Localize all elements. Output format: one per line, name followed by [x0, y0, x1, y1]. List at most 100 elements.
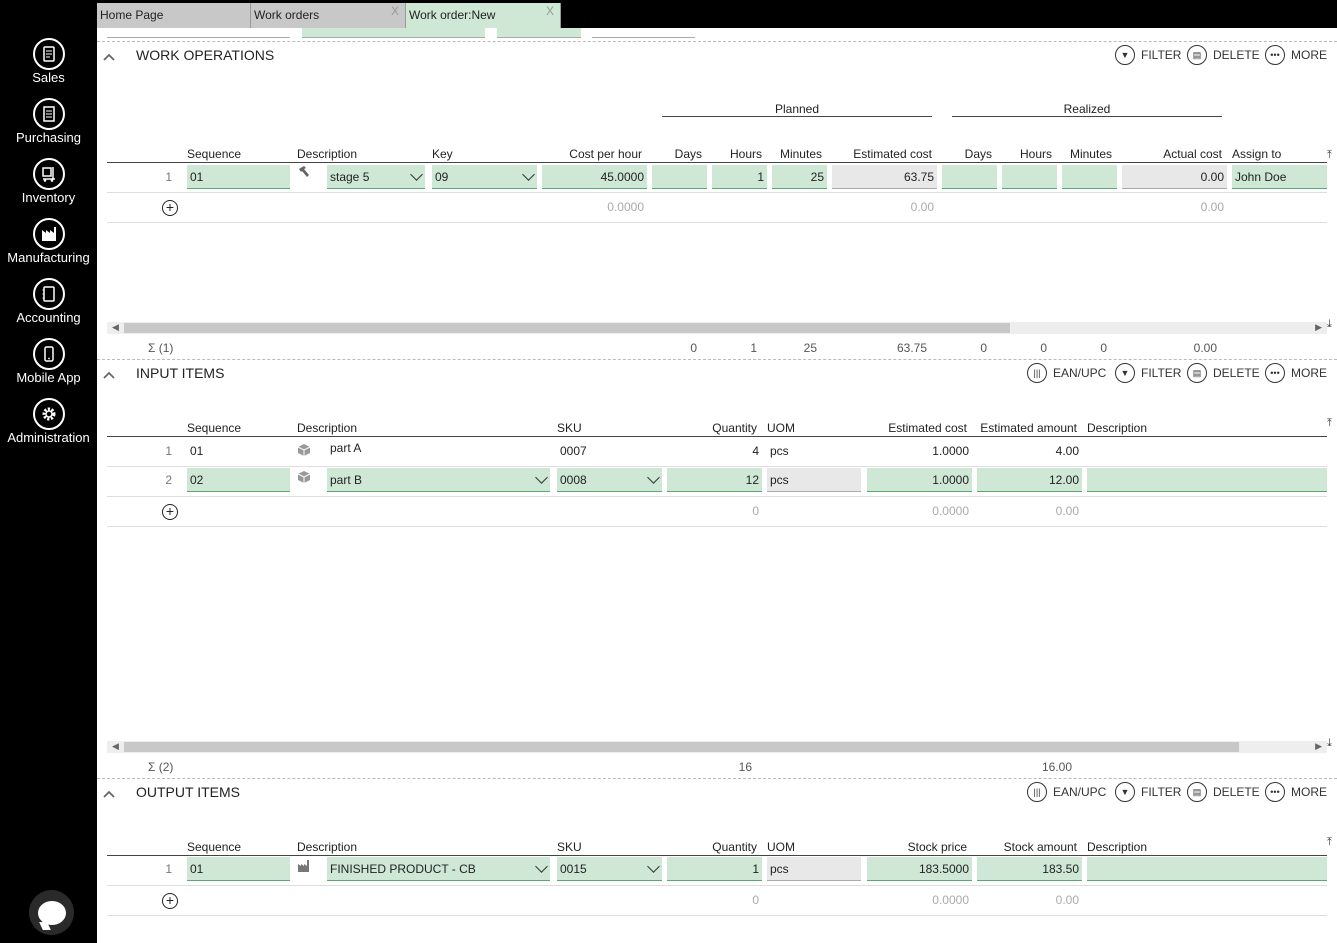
scroll-bottom-icon[interactable]: ⤓ — [1327, 737, 1337, 750]
sidebar-item-administration[interactable]: Administration — [0, 398, 97, 458]
sku-select[interactable]: 0015 — [557, 857, 662, 881]
col-key: Key — [432, 147, 453, 161]
add-row-button[interactable]: + — [162, 504, 178, 520]
filter-button[interactable]: ▼ FILTER — [1115, 781, 1181, 803]
days-field[interactable] — [652, 165, 707, 189]
stock-price-field[interactable]: 183.5000 — [867, 857, 972, 881]
delete-button[interactable]: ▤ DELETE — [1187, 362, 1260, 384]
hours-field[interactable]: 1 — [712, 165, 767, 189]
header-field[interactable] — [302, 28, 485, 38]
barcode-icon: ||| — [1027, 363, 1047, 383]
description-select[interactable]: part B — [327, 468, 550, 492]
row-number: 1 — [165, 862, 172, 876]
description-2-field[interactable] — [1087, 468, 1327, 492]
delete-button[interactable]: ▤ DELETE — [1187, 781, 1260, 803]
sidebar-item-purchasing[interactable]: Purchasing — [0, 98, 97, 158]
horizontal-scrollbar[interactable]: ◀ ▶ — [107, 322, 1327, 334]
filter-icon: ▼ — [1115, 363, 1135, 383]
ean-upc-button[interactable]: ||| EAN/UPC — [1027, 781, 1106, 803]
add-row-button[interactable]: + — [162, 200, 178, 216]
sku-select[interactable]: 0008 — [557, 468, 662, 492]
collapse-icon[interactable] — [103, 788, 115, 800]
description-value[interactable]: part A — [327, 436, 547, 460]
tab-home-page[interactable]: Home Page — [97, 3, 251, 28]
add-row-button[interactable]: + — [162, 893, 178, 909]
quantity-value[interactable]: 4 — [667, 439, 762, 463]
key-select[interactable]: 09 — [432, 165, 537, 189]
scroll-top-icon[interactable]: ⤒ — [1327, 149, 1337, 162]
scroll-top-icon[interactable]: ⤒ — [1327, 836, 1337, 849]
administration-icon — [33, 398, 65, 430]
sidebar-item-mobile-app[interactable]: Mobile App — [0, 338, 97, 398]
col-assign-to: Assign to — [1232, 147, 1282, 161]
col-sku: SKU — [557, 421, 582, 435]
realized-minutes-field[interactable] — [1062, 165, 1117, 189]
scroll-left-icon[interactable]: ◀ — [112, 741, 119, 752]
scroll-top-icon[interactable]: ⤒ — [1327, 417, 1337, 430]
sidebar-item-sales[interactable]: Sales — [0, 38, 97, 98]
description-select[interactable]: stage 5 — [327, 165, 425, 189]
scroll-thumb[interactable] — [124, 742, 1239, 752]
horizontal-scrollbar[interactable]: ◀ ▶ — [107, 741, 1327, 753]
realized-days-field[interactable] — [942, 165, 997, 189]
filter-button[interactable]: ▼ FILTER — [1115, 44, 1181, 66]
description-select[interactable]: FINISHED PRODUCT - CB — [327, 857, 550, 881]
sequence-field[interactable]: 01 — [187, 165, 290, 189]
filter-label: FILTER — [1141, 48, 1182, 62]
scroll-left-icon[interactable]: ◀ — [112, 322, 119, 333]
tab-work-orders[interactable]: Work orders X — [251, 3, 406, 28]
row-line — [107, 496, 1327, 497]
scroll-right-icon[interactable]: ▶ — [1315, 322, 1322, 333]
header-fields-strip — [97, 28, 1337, 42]
realized-hours-field[interactable] — [1002, 165, 1057, 189]
header-field[interactable] — [497, 28, 581, 38]
row-number: 1 — [165, 170, 172, 184]
close-icon[interactable]: X — [546, 4, 554, 18]
sequence-field[interactable]: 01 — [187, 857, 290, 881]
sidebar-item-manufacturing[interactable]: Manufacturing — [0, 218, 97, 278]
filter-button[interactable]: ▼ FILTER — [1115, 362, 1181, 384]
tab-work-order-new[interactable]: Work order:New X — [406, 3, 561, 28]
col-actual-cost: Actual cost — [1163, 147, 1222, 161]
scroll-right-icon[interactable]: ▶ — [1315, 741, 1322, 752]
output-items-section: OUTPUT ITEMS ||| EAN/UPC ▼ FILTER ▤ DELETE … — [97, 778, 1337, 943]
sequence-field[interactable]: 02 — [187, 468, 290, 492]
sequence-value[interactable]: 01 — [187, 439, 290, 463]
col-minutes: Minutes — [779, 147, 822, 161]
minutes-field[interactable]: 25 — [772, 165, 827, 189]
more-button[interactable]: ••• MORE — [1265, 44, 1327, 66]
chat-button[interactable] — [29, 890, 74, 935]
estimated-cost-field[interactable]: 1.0000 — [867, 468, 972, 492]
collapse-icon[interactable] — [103, 51, 115, 63]
sidebar-item-accounting[interactable]: Accounting — [0, 278, 97, 338]
stock-amount-field[interactable]: 183.50 — [977, 857, 1082, 881]
uom-value: pcs — [770, 444, 789, 458]
sidebar-item-label: Mobile App — [16, 370, 81, 385]
cost-per-hour-field[interactable]: 45.0000 — [542, 165, 647, 189]
assign-to-field[interactable]: John Doe — [1232, 165, 1327, 189]
header-field[interactable] — [592, 28, 695, 38]
estimated-amount-field[interactable]: 12.00 — [977, 468, 1082, 492]
sales-icon — [33, 38, 65, 70]
scroll-thumb[interactable] — [124, 323, 1010, 333]
row-line — [107, 192, 1327, 193]
close-icon[interactable]: X — [391, 4, 399, 18]
sidebar-item-label: Manufacturing — [7, 250, 90, 265]
more-button[interactable]: ••• MORE — [1265, 781, 1327, 803]
col-estimated-cost: Estimated cost — [888, 421, 967, 435]
row-count-total: Σ (1) — [148, 341, 174, 355]
quantity-field[interactable]: 1 — [667, 857, 762, 881]
sidebar-item-inventory[interactable]: Inventory — [0, 158, 97, 218]
row-number: 2 — [165, 473, 172, 487]
sku-value[interactable]: 0007 — [557, 439, 657, 463]
quantity-field[interactable]: 12 — [667, 468, 762, 492]
collapse-icon[interactable] — [103, 369, 115, 381]
more-button[interactable]: ••• MORE — [1265, 362, 1327, 384]
delete-button[interactable]: ▤ DELETE — [1187, 44, 1260, 66]
header-field[interactable] — [107, 28, 290, 38]
description-2-field[interactable] — [1087, 857, 1327, 881]
ean-upc-button[interactable]: ||| EAN/UPC — [1027, 362, 1106, 384]
scroll-bottom-icon[interactable]: ⤓ — [1327, 318, 1337, 331]
mobile-app-icon — [33, 338, 65, 370]
col-hours: Hours — [729, 147, 762, 161]
